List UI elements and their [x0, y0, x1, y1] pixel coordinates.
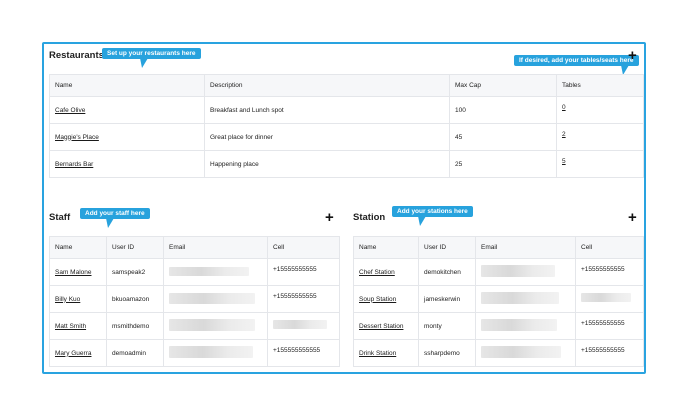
table-row: Matt Smith msmithdemo — [49, 312, 340, 340]
redacted-email — [481, 265, 555, 277]
column-header-name[interactable]: Name — [49, 236, 107, 259]
station-cell: +15555555555 — [575, 258, 644, 286]
station-title: Station — [353, 212, 386, 223]
station-cell: +15555555555 — [575, 312, 644, 340]
station-user-id: jameskerwin — [418, 285, 476, 313]
restaurant-tables-link[interactable]: 5 — [562, 158, 566, 165]
station-user-id: demokitchen — [418, 258, 476, 286]
staff-name-link[interactable]: Sam Malone — [55, 269, 92, 276]
restaurant-tables-link[interactable]: 0 — [562, 104, 566, 111]
add-staff-button[interactable]: + — [325, 210, 334, 225]
table-row: Billy Kuo bkuoamazon +15555555555 — [49, 285, 340, 313]
station-user-id: monty — [418, 312, 476, 340]
restaurant-name-link[interactable]: Maggie's Place — [55, 134, 99, 141]
station-cell: +15555555555 — [575, 339, 644, 367]
redacted-cell — [581, 293, 631, 302]
table-row: Dessert Station monty +15555555555 — [353, 312, 644, 340]
redacted-email — [481, 319, 557, 331]
table-header-row: Name User ID Email Cell — [49, 236, 340, 259]
restaurants-tooltip: Set up your restaurants here — [102, 48, 201, 68]
redacted-email — [169, 319, 255, 331]
station-table: Name User ID Email Cell Chef Station dem… — [353, 236, 644, 367]
station-name-link[interactable]: Soup Station — [359, 296, 396, 303]
restaurant-max-cap: 100 — [449, 96, 557, 124]
column-header-description[interactable]: Description — [204, 74, 450, 97]
staff-user-id: demoadmin — [106, 339, 164, 367]
add-restaurant-button[interactable]: + — [628, 48, 637, 63]
table-header-row: Name User ID Email Cell — [353, 236, 644, 259]
column-header-cell[interactable]: Cell — [267, 236, 340, 259]
table-row: Cafe Olive Breakfast and Lunch spot 100 … — [49, 96, 644, 124]
staff-user-id: bkuoamazon — [106, 285, 164, 313]
redacted-email — [481, 292, 559, 304]
staff-user-id: msmithdemo — [106, 312, 164, 340]
column-header-email[interactable]: Email — [163, 236, 268, 259]
column-header-user-id[interactable]: User ID — [418, 236, 476, 259]
staff-cell: +15555555555 — [267, 258, 340, 286]
restaurant-max-cap: 45 — [449, 123, 557, 151]
station-user-id: ssharpdemo — [418, 339, 476, 367]
staff-name-link[interactable]: Billy Kuo — [55, 296, 80, 303]
table-row: Maggie's Place Great place for dinner 45… — [49, 123, 644, 151]
redacted-email — [169, 292, 255, 304]
restaurant-description: Happening place — [204, 150, 450, 178]
restaurants-table: Name Description Max Cap Tables Cafe Oli… — [49, 74, 644, 178]
station-name-link[interactable]: Dessert Station — [359, 323, 403, 330]
column-header-max-cap[interactable]: Max Cap — [449, 74, 557, 97]
redacted-email — [169, 266, 249, 276]
redacted-cell — [273, 320, 327, 329]
staff-name-link[interactable]: Mary Guerra — [55, 350, 91, 357]
staff-cell: +155555555555 — [267, 339, 340, 367]
column-header-user-id[interactable]: User ID — [106, 236, 164, 259]
table-row: Soup Station jameskerwin — [353, 285, 644, 313]
restaurant-max-cap: 25 — [449, 150, 557, 178]
column-header-name[interactable]: Name — [353, 236, 419, 259]
tables-tooltip: If desired, add your tables/seats here — [514, 55, 639, 75]
staff-user-id: samspeak2 — [106, 258, 164, 286]
station-tooltip: Add your stations here — [392, 206, 473, 226]
table-row: Chef Station demokitchen +15555555555 — [353, 258, 644, 286]
table-row: Sam Malone samspeak2 +15555555555 — [49, 258, 340, 286]
staff-title: Staff — [49, 212, 71, 223]
column-header-name[interactable]: Name — [49, 74, 205, 97]
restaurants-title: Restaurants — [49, 50, 104, 61]
station-name-link[interactable]: Drink Station — [359, 350, 396, 357]
column-header-email[interactable]: Email — [475, 236, 576, 259]
table-row: Mary Guerra demoadmin +155555555555 — [49, 339, 340, 367]
table-row: Bernards Bar Happening place 25 5 — [49, 150, 644, 178]
table-header-row: Name Description Max Cap Tables — [49, 74, 644, 97]
restaurant-name-link[interactable]: Cafe Olive — [55, 107, 85, 114]
column-header-tables[interactable]: Tables — [556, 74, 644, 97]
column-header-cell[interactable]: Cell — [575, 236, 644, 259]
restaurant-description: Great place for dinner — [204, 123, 450, 151]
staff-cell: +15555555555 — [267, 285, 340, 313]
redacted-email — [169, 346, 253, 358]
table-row: Drink Station ssharpdemo +15555555555 — [353, 339, 644, 367]
staff-name-link[interactable]: Matt Smith — [55, 323, 86, 330]
add-station-button[interactable]: + — [628, 210, 637, 225]
restaurant-description: Breakfast and Lunch spot — [204, 96, 450, 124]
restaurant-name-link[interactable]: Bernards Bar — [55, 161, 93, 168]
staff-table: Name User ID Email Cell Sam Malone samsp… — [49, 236, 340, 367]
restaurant-tables-link[interactable]: 2 — [562, 131, 566, 138]
redacted-email — [481, 346, 561, 358]
station-name-link[interactable]: Chef Station — [359, 269, 395, 276]
staff-tooltip: Add your staff here — [80, 208, 150, 228]
